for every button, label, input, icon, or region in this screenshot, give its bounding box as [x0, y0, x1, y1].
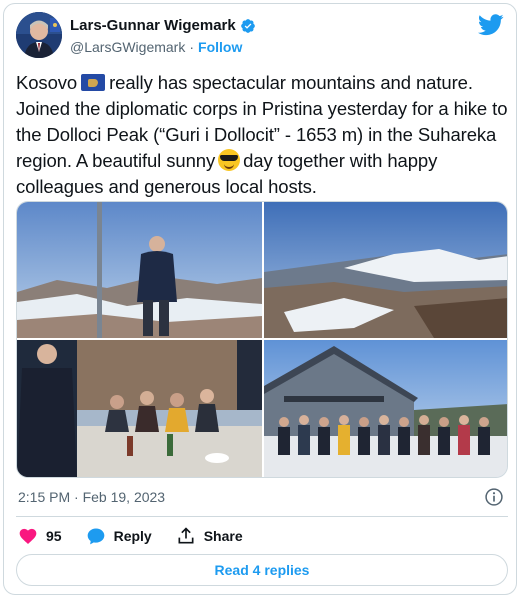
author-handle[interactable]: @LarsGWigemark	[70, 39, 185, 55]
read-replies-button[interactable]: Read 4 replies	[16, 554, 508, 586]
sunglasses-face-icon	[218, 149, 241, 171]
photo-man-on-summit[interactable]	[17, 202, 262, 338]
divider	[16, 516, 508, 517]
share-button[interactable]: Share	[176, 526, 243, 546]
tweet-actions: 95 Reply Share	[18, 526, 267, 546]
share-upload-icon	[178, 527, 194, 544]
tweet-card: Lars-Gunnar Wigemark @LarsGWigemark · Fo…	[3, 3, 517, 595]
share-label: Share	[203, 528, 243, 544]
avatar[interactable]	[16, 12, 62, 58]
separator-dot: ·	[189, 39, 195, 55]
author-name-row: Lars-Gunnar Wigemark	[70, 17, 256, 34]
tweet-text: Kosovo really has spectacular mountains a…	[16, 70, 508, 200]
tweet-text-part-1: Kosovo	[16, 72, 78, 93]
reply-button[interactable]: Reply	[86, 526, 152, 546]
reply-label: Reply	[113, 528, 152, 544]
twitter-bird-icon[interactable]	[478, 14, 504, 36]
author-handle-row: @LarsGWigemark · Follow	[70, 39, 242, 55]
like-count: 95	[46, 528, 62, 544]
author-name[interactable]: Lars-Gunnar Wigemark	[70, 17, 236, 34]
like-button[interactable]: 95	[18, 526, 62, 546]
tweet-timestamp[interactable]: 2:15 PM · Feb 19, 2023	[18, 489, 165, 505]
heart-icon	[19, 528, 37, 544]
reply-bubble-icon	[87, 528, 104, 545]
kosovo-flag-icon	[81, 74, 106, 91]
tweet-text-part-2: really has spectacular mountains and nat…	[109, 72, 473, 93]
follow-button[interactable]: Follow	[198, 39, 242, 55]
photo-group-at-lodge[interactable]	[264, 340, 507, 477]
info-icon[interactable]	[484, 487, 504, 507]
photo-snowy-mountains[interactable]	[264, 202, 507, 338]
verified-badge-icon	[240, 18, 255, 33]
photo-group-lunch[interactable]	[17, 340, 262, 477]
photo-grid	[16, 201, 508, 478]
